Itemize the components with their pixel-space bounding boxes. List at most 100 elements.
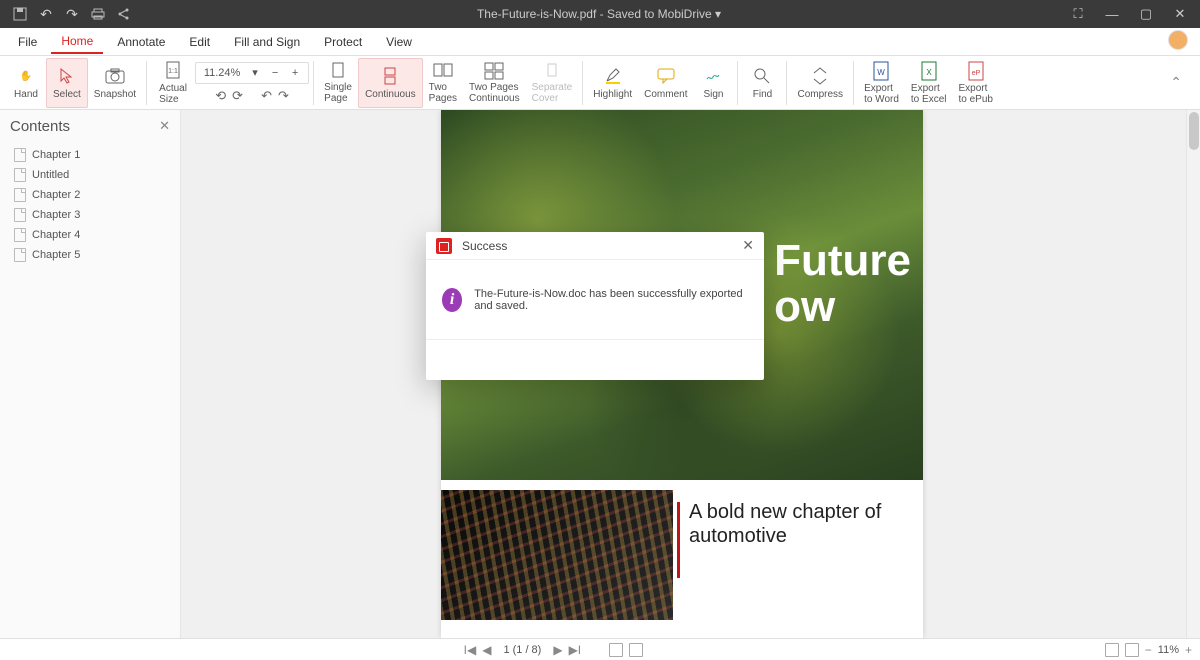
zoom-out-icon[interactable]: − [1145,643,1152,657]
toc-label: Untitled [32,169,69,181]
menu-protect[interactable]: Protect [314,31,372,53]
print-icon[interactable] [86,2,110,26]
toc-label: Chapter 4 [32,229,80,241]
page-icon [14,188,26,202]
page-icon [14,248,26,262]
actual-size-icon: 1:1 [162,61,184,81]
separate-cover-label: Separate Cover [532,82,573,104]
select-label: Select [53,89,81,100]
maximize-icon[interactable]: ▢ [1130,2,1162,26]
find-icon [751,65,773,87]
toc-label: Chapter 3 [32,209,80,221]
continuous-icon [379,65,401,87]
menu-file[interactable]: File [8,31,47,53]
share-icon[interactable] [112,2,136,26]
highlight-icon [602,65,624,87]
fullscreen-icon[interactable]: ⛶ [1062,2,1094,26]
compress-icon [809,65,831,87]
menu-fill-sign[interactable]: Fill and Sign [224,31,310,53]
menu-edit[interactable]: Edit [179,31,220,53]
hero-text: Future ow [774,238,911,330]
toc-item[interactable]: Chapter 3 [10,205,170,225]
sign-button[interactable]: Sign [693,58,733,108]
close-sidebar-icon[interactable]: ✕ [159,118,170,134]
statusbar: I◀ ◀ 1 (1 / 8) ▶ ▶I − 11% + [0,638,1200,660]
two-pages-icon [432,62,454,80]
export-epub-button[interactable]: eP Export to ePub [952,58,998,108]
export-word-button[interactable]: W Export to Word [858,58,905,108]
menu-view[interactable]: View [376,31,422,53]
svg-text:1:1: 1:1 [168,68,178,75]
view-mode-2-icon[interactable] [629,643,643,657]
highlight-button[interactable]: Highlight [587,58,638,108]
toc-label: Chapter 2 [32,189,80,201]
save-icon[interactable] [8,2,32,26]
menu-annotate[interactable]: Annotate [107,31,175,53]
toc-item[interactable]: Chapter 4 [10,225,170,245]
sign-label: Sign [703,89,723,100]
close-window-icon[interactable]: ✕ [1164,2,1196,26]
actual-size-label: Actual Size [159,83,187,105]
page-icon [14,168,26,182]
separate-cover-button[interactable]: Separate Cover [526,58,579,108]
toc-item[interactable]: Chapter 5 [10,245,170,265]
contents-sidebar: Contents ✕ Chapter 1 Untitled Chapter 2 … [0,110,181,638]
view-mode-icon[interactable] [609,643,623,657]
zoom-input[interactable] [200,67,244,79]
page-indicator: 1 (1 / 8) [503,644,541,656]
hand-button[interactable]: ✋ Hand [6,58,46,108]
last-page-icon[interactable]: ▶I [569,643,582,657]
rotate-left-icon[interactable]: ⟲ [215,88,226,104]
dialog-close-icon[interactable]: ✕ [742,237,754,254]
toc-item[interactable]: Chapter 2 [10,185,170,205]
actual-size-button[interactable]: 1:1 Actual Size [151,58,195,108]
vertical-scrollbar[interactable] [1186,110,1200,638]
scrollbar-thumb[interactable] [1189,112,1199,150]
find-button[interactable]: Find [742,58,782,108]
two-pages-continuous-button[interactable]: Two Pages Continuous [463,58,526,108]
redo-small-icon[interactable]: ↷ [278,88,289,104]
zoom-plus-icon[interactable]: + [286,67,304,79]
comment-button[interactable]: Comment [638,58,693,108]
zoom-minus-icon[interactable]: − [266,67,284,79]
fit-width-icon[interactable] [1125,643,1139,657]
compress-button[interactable]: Compress [791,58,849,108]
toc-item[interactable]: Chapter 1 [10,145,170,165]
single-page-button[interactable]: Single Page [318,58,358,108]
find-label: Find [753,89,772,100]
toc-label: Chapter 5 [32,249,80,261]
menubar: File Home Annotate Edit Fill and Sign Pr… [0,28,1200,56]
comment-label: Comment [644,89,687,100]
two-pages-button[interactable]: Two Pages [423,58,463,108]
compress-label: Compress [797,89,843,100]
sidebar-title: Contents [10,118,170,135]
undo-icon[interactable]: ↶ [34,2,58,26]
toc-item[interactable]: Untitled [10,165,170,185]
menu-home[interactable]: Home [51,30,103,54]
rotate-right-icon[interactable]: ⟳ [232,88,243,104]
redo-icon[interactable]: ↷ [60,2,84,26]
first-page-icon[interactable]: I◀ [464,643,477,657]
svg-text:W: W [878,68,886,77]
continuous-button[interactable]: Continuous [358,58,423,108]
page-icon [14,228,26,242]
info-icon: i [442,288,462,312]
zoom-in-icon[interactable]: + [1185,643,1192,657]
dialog-title: Success [462,239,507,253]
toc-label: Chapter 1 [32,149,80,161]
select-button[interactable]: Select [46,58,88,108]
undo-small-icon[interactable]: ↶ [261,88,272,104]
avatar-icon[interactable] [1168,30,1188,50]
sign-icon [702,65,724,87]
snapshot-button[interactable]: Snapshot [88,58,142,108]
export-excel-button[interactable]: X Export to Excel [905,58,953,108]
zoom-dropdown-icon[interactable]: ▾ [246,66,264,79]
zoom-level: 11% [1158,644,1179,656]
app-icon [436,238,452,254]
fit-page-icon[interactable] [1105,643,1119,657]
minimize-icon[interactable]: — [1096,2,1128,26]
ribbon-collapse-icon[interactable]: ⌃ [1170,74,1182,91]
separate-cover-icon [541,62,563,80]
prev-page-icon[interactable]: ◀ [482,643,491,657]
next-page-icon[interactable]: ▶ [553,643,562,657]
